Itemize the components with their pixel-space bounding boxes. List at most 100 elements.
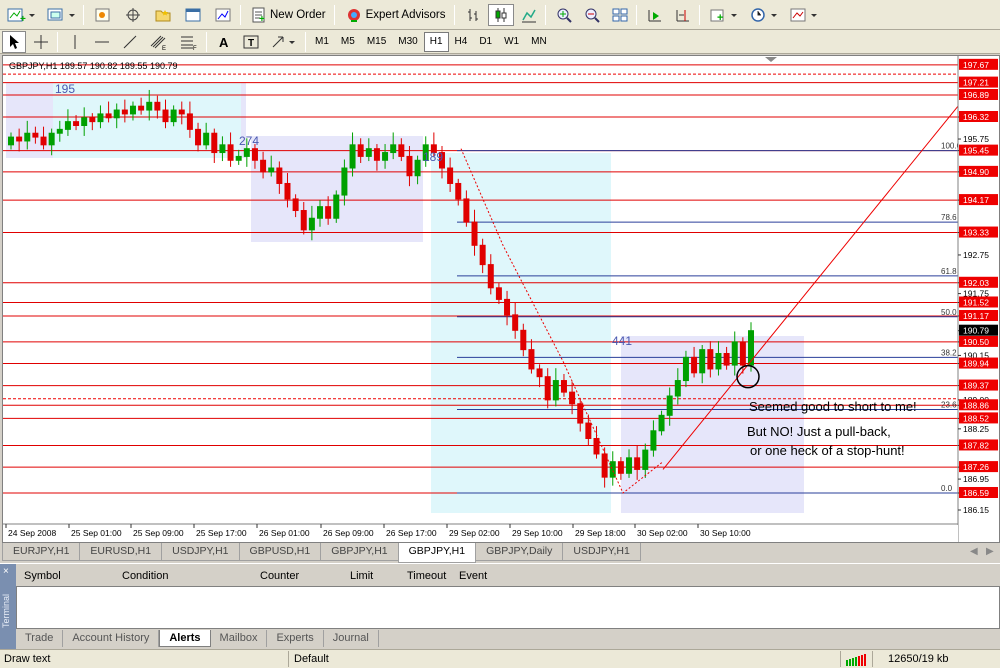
candle-body bbox=[341, 167, 348, 196]
fibonacci-button[interactable]: F bbox=[175, 31, 203, 53]
timeframe-w1-button[interactable]: W1 bbox=[498, 32, 525, 52]
time-axis-label: 29 Sep 18:00 bbox=[575, 528, 626, 538]
price-chart[interactable]: 100.078.661.850.038.223.60.0195274189441… bbox=[3, 56, 999, 542]
candle-body bbox=[504, 298, 511, 316]
new-order-button[interactable]: + New Order bbox=[246, 4, 331, 26]
crosshair-tool-button[interactable] bbox=[28, 31, 54, 53]
timeframe-d1-button[interactable]: D1 bbox=[473, 32, 498, 52]
candle-body bbox=[154, 101, 161, 111]
navigator-button[interactable] bbox=[149, 4, 177, 26]
chart-info-label: GBPJPY,H1 189.57 190.82 189.55 190.79 bbox=[9, 61, 177, 71]
indicators-button[interactable]: + bbox=[705, 4, 743, 26]
col-condition[interactable]: Condition bbox=[122, 570, 168, 582]
level-price-tag-label: 186.59 bbox=[963, 488, 989, 498]
chart-tab[interactable]: GBPJPY,H1 bbox=[320, 543, 399, 561]
market-watch-icon bbox=[95, 8, 110, 21]
terminal-tab-mailbox[interactable]: Mailbox bbox=[211, 630, 268, 647]
timeframe-mn-button[interactable]: MN bbox=[525, 32, 553, 52]
terminal-tab-alerts[interactable]: Alerts bbox=[159, 630, 211, 647]
chart-tab[interactable]: USDJPY,H1 bbox=[161, 543, 240, 561]
chart-tab[interactable]: EURJPY,H1 bbox=[2, 543, 81, 561]
candle-body bbox=[146, 101, 153, 111]
terminal-sidebar: × Terminal bbox=[0, 564, 16, 650]
col-timeout[interactable]: Timeout bbox=[407, 570, 446, 582]
terminal-tab-experts[interactable]: Experts bbox=[267, 630, 324, 647]
level-price-tag-label: 189.94 bbox=[963, 359, 989, 369]
price-axis-label: 188.25 bbox=[963, 424, 989, 434]
alerts-list[interactable] bbox=[16, 586, 1000, 629]
candle-body bbox=[73, 121, 80, 127]
profiles-button[interactable] bbox=[42, 4, 80, 26]
candle-body bbox=[138, 105, 145, 111]
candle-body bbox=[365, 148, 372, 157]
zoom-out-button[interactable] bbox=[579, 4, 605, 26]
chart-tab[interactable]: GBPJPY,Daily bbox=[475, 543, 564, 561]
terminal-tab-trade[interactable]: Trade bbox=[16, 630, 64, 647]
tab-scroll-right-icon[interactable]: ▶ bbox=[986, 546, 994, 557]
candle-body bbox=[398, 144, 405, 157]
col-counter[interactable]: Counter bbox=[260, 570, 299, 582]
candle-body bbox=[707, 349, 714, 370]
autoscroll-button[interactable] bbox=[642, 4, 668, 26]
chart-tab[interactable]: USDJPY,H1 bbox=[562, 543, 641, 561]
annotation-text: But NO! Just a pull-back, bbox=[747, 424, 891, 439]
tile-windows-button[interactable] bbox=[607, 4, 633, 26]
fib-label: 0.0 bbox=[941, 484, 953, 493]
candlestick-chart-button[interactable] bbox=[487, 3, 514, 26]
bar-chart-button[interactable] bbox=[460, 4, 486, 26]
candle-body bbox=[195, 128, 202, 146]
market-watch-button[interactable] bbox=[89, 4, 117, 26]
chart-tab[interactable]: GBPUSD,H1 bbox=[238, 543, 322, 561]
candle-body bbox=[748, 330, 754, 366]
close-icon[interactable]: × bbox=[3, 566, 9, 577]
arrows-button[interactable] bbox=[266, 31, 302, 53]
tester-button[interactable] bbox=[209, 4, 237, 26]
chart-tab[interactable]: GBPJPY,H1 bbox=[397, 543, 477, 563]
periods-button[interactable] bbox=[745, 4, 783, 26]
timeframe-h1-button[interactable]: H1 bbox=[423, 31, 449, 52]
text-label-button[interactable]: T bbox=[238, 31, 264, 53]
drawing-toolbar: E F A T M1 M5 M15 M30 H1 H4 D1 W1 MN bbox=[0, 30, 1000, 54]
timeframe-m5-button[interactable]: M5 bbox=[335, 32, 361, 52]
chart-shift-button[interactable] bbox=[670, 4, 696, 26]
zone-box bbox=[251, 136, 423, 242]
timeframe-h4-button[interactable]: H4 bbox=[449, 32, 474, 52]
timeframe-m30-button[interactable]: M30 bbox=[392, 32, 423, 52]
vertical-line-button[interactable] bbox=[63, 31, 87, 53]
candle-body bbox=[40, 136, 47, 146]
chart-tab[interactable]: EURUSD,H1 bbox=[79, 543, 163, 561]
col-symbol[interactable]: Symbol bbox=[24, 570, 61, 582]
expert-advisors-button[interactable]: Expert Advisors bbox=[340, 4, 451, 26]
chart-window[interactable]: 100.0 78.6 61.8 50.0 38.2 23.6 0.0 195 274 189 441… bbox=[2, 55, 1000, 543]
level-price-tag-label: 194.17 bbox=[963, 195, 989, 205]
col-limit[interactable]: Limit bbox=[350, 570, 373, 582]
candle-body bbox=[455, 182, 462, 200]
terminal-button[interactable] bbox=[179, 4, 207, 26]
timeframe-m1-button[interactable]: M1 bbox=[309, 32, 335, 52]
data-window-button[interactable] bbox=[119, 4, 147, 26]
candle-body bbox=[414, 159, 421, 177]
col-event[interactable]: Event bbox=[459, 570, 487, 582]
horizontal-line-button[interactable] bbox=[89, 31, 115, 53]
zoom-in-button[interactable] bbox=[551, 4, 577, 26]
tab-scroll-left-icon[interactable]: ◀ bbox=[970, 546, 978, 557]
fibonacci-icon: F bbox=[181, 36, 197, 50]
candle-body bbox=[170, 109, 177, 123]
channel-button[interactable]: E bbox=[145, 31, 173, 53]
line-chart-button[interactable] bbox=[516, 4, 542, 26]
svg-text:T: T bbox=[248, 38, 254, 49]
cursor-tool-button[interactable] bbox=[2, 30, 26, 53]
text-tool-button[interactable]: A bbox=[212, 31, 236, 53]
new-chart-button[interactable]: + bbox=[2, 4, 40, 26]
chart-shift-icon bbox=[676, 9, 689, 21]
candle-body bbox=[105, 113, 112, 119]
terminal-tab-journal[interactable]: Journal bbox=[324, 630, 379, 647]
trendline-button[interactable] bbox=[117, 31, 143, 53]
text-a-icon: A bbox=[219, 35, 229, 50]
timeframe-m15-button[interactable]: M15 bbox=[361, 32, 392, 52]
terminal-tab-account-history[interactable]: Account History bbox=[63, 630, 160, 647]
profiles-icon bbox=[47, 8, 75, 20]
templates-button[interactable] bbox=[785, 4, 823, 26]
time-axis-label: 26 Sep 01:00 bbox=[259, 528, 310, 538]
level-price-tag-label: 189.37 bbox=[963, 381, 989, 391]
